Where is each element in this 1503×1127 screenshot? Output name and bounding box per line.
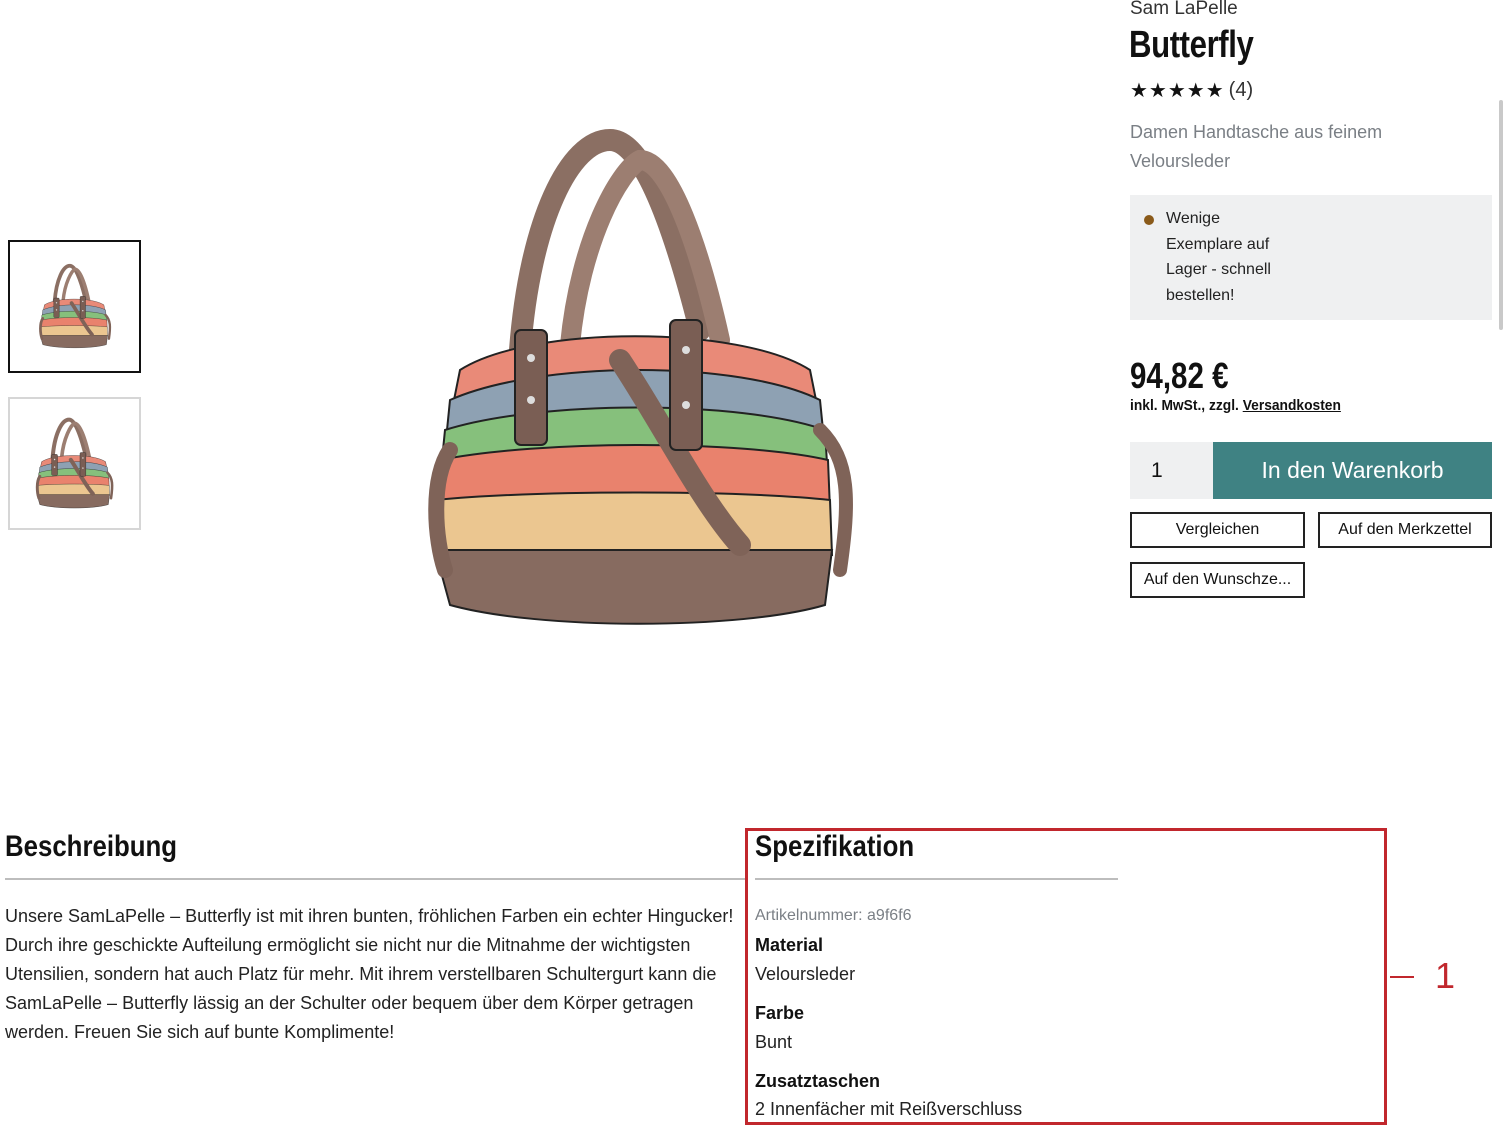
- product-main-image: [380, 100, 900, 660]
- thumbnail-2[interactable]: [8, 397, 141, 530]
- description-heading: Beschreibung: [5, 830, 178, 863]
- handbag-back-thumbnail-image: [27, 411, 122, 516]
- product-title: Butterfly: [1129, 24, 1254, 66]
- description-text: Unsere SamLaPelle – Butterfly ist mit ih…: [5, 906, 734, 1042]
- annotation-highlight-box: [745, 828, 1387, 1125]
- add-to-cart-button[interactable]: In den Warenkorb: [1213, 442, 1492, 499]
- handbag-thumbnail-image: [37, 263, 112, 350]
- page-scrollbar[interactable]: [1499, 100, 1503, 330]
- tax-prefix: inkl. MwSt., zzgl.: [1130, 397, 1239, 414]
- description-divider: [5, 878, 745, 880]
- brand-name: Sam LaPelle: [1130, 0, 1238, 19]
- rating-count: (4): [1228, 79, 1254, 101]
- bookmark-button[interactable]: Auf den Merkzettel: [1318, 512, 1492, 548]
- annotation-number: 1: [1435, 955, 1456, 996]
- rating-stars-icon: ★★★★★: [1130, 80, 1225, 102]
- stock-status-text: Wenige Exemplare auf Lager - schnell bes…: [1166, 210, 1271, 304]
- product-price: 94,82 €: [1130, 355, 1229, 396]
- stock-status-box: Wenige Exemplare auf Lager - schnell bes…: [1130, 195, 1492, 320]
- product-subtitle: Damen Handtasche aus feinem Veloursleder: [1130, 122, 1383, 171]
- tax-info: inkl. MwSt., zzgl. Versandkosten: [1130, 397, 1341, 414]
- thumbnail-1[interactable]: [8, 240, 141, 373]
- quantity-input[interactable]: 1: [1130, 442, 1213, 499]
- shipping-costs-link[interactable]: Versandkosten: [1243, 397, 1341, 414]
- compare-button[interactable]: Vergleichen: [1130, 512, 1305, 548]
- annotation-callout-line: [1390, 976, 1414, 978]
- stock-status-dot-icon: [1144, 215, 1154, 225]
- product-rating[interactable]: ★★★★★ (4): [1130, 78, 1253, 103]
- wishlist-button[interactable]: Auf den Wunschze...: [1130, 562, 1305, 598]
